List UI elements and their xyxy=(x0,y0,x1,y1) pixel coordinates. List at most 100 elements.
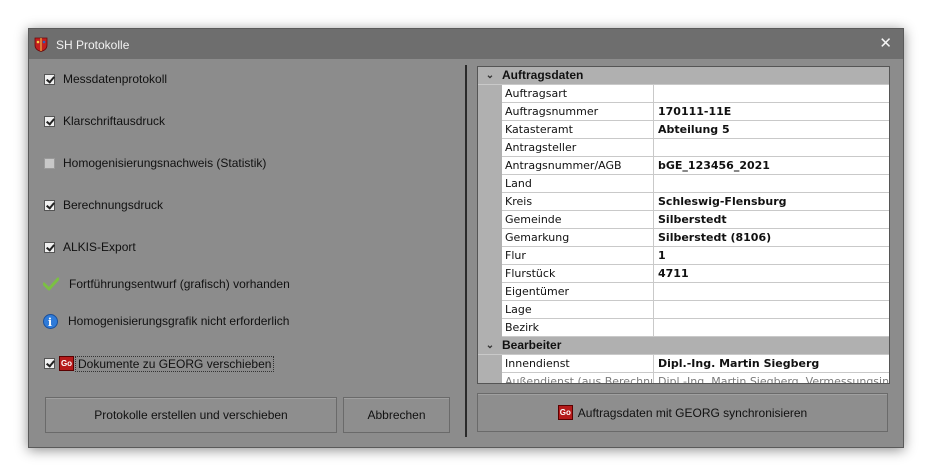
category-auftragsdaten[interactable]: ⌄ Auftragsdaten xyxy=(478,67,889,85)
property-value[interactable]: 1 xyxy=(654,247,889,264)
status-fortfuehrungsentwurf: Fortführungsentwurf (grafisch) vorhanden xyxy=(43,276,290,292)
chevron-down-icon[interactable]: ⌄ xyxy=(478,337,502,354)
close-icon[interactable]: ✕ xyxy=(879,35,892,52)
checkmark-icon xyxy=(43,276,59,292)
row-gutter xyxy=(478,85,502,103)
property-row[interactable]: Außendienst (aus Berechnungen)Dipl.-Ing.… xyxy=(478,373,889,384)
property-row[interactable]: Gemeinde Silberstedt xyxy=(478,211,889,229)
property-row[interactable]: Katasteramt Abteilung 5 xyxy=(478,121,889,139)
sync-georg-button[interactable]: Go Auftragsdaten mit GEORG synchronisier… xyxy=(477,393,888,432)
property-row[interactable]: Auftragsnummer 170111-11E xyxy=(478,103,889,121)
property-value[interactable] xyxy=(654,139,889,156)
checkbox[interactable] xyxy=(44,115,55,127)
property-value[interactable] xyxy=(654,301,889,318)
property-value[interactable] xyxy=(654,85,889,102)
row-gutter xyxy=(478,301,502,319)
row-gutter xyxy=(478,103,502,121)
row-gutter xyxy=(478,211,502,229)
property-key: Innendienst xyxy=(478,355,654,372)
checkbox-label: Messdatenprotokoll xyxy=(63,72,168,86)
row-gutter xyxy=(478,319,502,337)
property-key-text: Gemarkung xyxy=(505,231,570,244)
checkbox[interactable] xyxy=(44,358,55,369)
property-row[interactable]: Innendienst Dipl.-Ing. Martin Siegberg xyxy=(478,355,889,373)
property-row[interactable]: Bezirk xyxy=(478,319,889,337)
property-row[interactable]: Antragsteller xyxy=(478,139,889,157)
checkbox[interactable] xyxy=(44,199,55,211)
property-key: Antragsnummer/AGB xyxy=(478,157,654,174)
property-key-text: Gemeinde xyxy=(505,213,562,226)
property-key: Gemeinde xyxy=(478,211,654,228)
property-key: Flurstück xyxy=(478,265,654,282)
property-key-text: Bezirk xyxy=(505,321,540,334)
property-key-text: Auftragsart xyxy=(505,87,568,100)
title-bar[interactable]: SH Protokolle ✕ xyxy=(29,29,903,59)
checkbox[interactable] xyxy=(44,157,55,169)
property-value[interactable]: 4711 xyxy=(654,265,889,282)
property-value[interactable] xyxy=(654,319,889,336)
checkbox-klarschriftausdruck[interactable]: Klarschriftausdruck xyxy=(44,114,165,128)
property-key-text: Land xyxy=(505,177,532,190)
checkbox-homogenisierungsnachweis[interactable]: Homogenisierungsnachweis (Statistik) xyxy=(44,156,266,170)
checkbox-dokumente-zu-georg[interactable]: Go Dokumente zu GEORG verschieben xyxy=(44,355,275,372)
checkbox-messdatenprotokoll[interactable]: Messdatenprotokoll xyxy=(44,72,167,86)
category-label: Auftragsdaten xyxy=(502,68,584,82)
create-and-move-button[interactable]: Protokolle erstellen und verschieben xyxy=(45,397,337,433)
options-panel: Messdatenprotokoll Klarschriftausdruck H… xyxy=(29,59,465,447)
row-gutter xyxy=(478,373,502,383)
row-gutter xyxy=(478,139,502,157)
category-bearbeiter[interactable]: ⌄ Bearbeiter xyxy=(478,337,889,355)
checkbox-label: Dokumente zu GEORG verschieben xyxy=(74,355,275,372)
status-text: Homogenisierungsgrafik nicht erforderlic… xyxy=(68,314,290,328)
property-row[interactable]: Flur 1 xyxy=(478,247,889,265)
window-title: SH Protokolle xyxy=(56,38,130,52)
property-row[interactable]: Gemarkung Silberstedt (8106) xyxy=(478,229,889,247)
property-value[interactable]: bGE_123456_2021 xyxy=(654,157,889,174)
property-value[interactable]: Schleswig-Flensburg xyxy=(654,193,889,210)
info-icon: i xyxy=(42,313,58,329)
property-value[interactable]: Abteilung 5 xyxy=(654,121,889,138)
property-key: Außendienst (aus Berechnungen) xyxy=(478,373,654,384)
status-text: Fortführungsentwurf (grafisch) vorhanden xyxy=(69,277,290,291)
checkbox-alkis-export[interactable]: ALKIS-Export xyxy=(44,240,136,254)
checkbox[interactable] xyxy=(44,241,55,253)
property-key: Gemarkung xyxy=(478,229,654,246)
property-value[interactable]: Silberstedt xyxy=(654,211,889,228)
dialog-window: SH Protokolle ✕ Messdatenprotokoll Klars… xyxy=(28,28,904,448)
row-gutter xyxy=(478,121,502,139)
checkbox[interactable] xyxy=(44,73,55,85)
property-row[interactable]: Kreis Schleswig-Flensburg xyxy=(478,193,889,211)
property-value[interactable]: Silberstedt (8106) xyxy=(654,229,889,246)
property-row[interactable]: Lage xyxy=(478,301,889,319)
chevron-down-icon[interactable]: ⌄ xyxy=(478,67,502,84)
row-gutter xyxy=(478,157,502,175)
property-key-text: Flurstück xyxy=(505,267,556,280)
property-key-text: Katasteramt xyxy=(505,123,573,136)
property-row[interactable]: Flurstück 4711 xyxy=(478,265,889,283)
property-value[interactable] xyxy=(654,175,889,192)
row-gutter xyxy=(478,283,502,301)
property-value[interactable]: 170111-11E xyxy=(654,103,889,120)
property-value[interactable]: Dipl.-Ing. Martin Siegberg xyxy=(654,355,889,372)
property-key: Auftragsnummer xyxy=(478,103,654,120)
property-row[interactable]: Land xyxy=(478,175,889,193)
property-value[interactable]: Dipl.-Ing. Martin Siegberg, Vermessungsi… xyxy=(654,373,889,383)
property-key-text: Außendienst (aus Berechnungen) xyxy=(505,375,653,384)
checkbox-berechnungsdruck[interactable]: Berechnungsdruck xyxy=(44,198,163,212)
property-row[interactable]: Eigentümer xyxy=(478,283,889,301)
checkbox-label: Homogenisierungsnachweis (Statistik) xyxy=(63,156,267,170)
property-value[interactable] xyxy=(654,283,889,300)
coat-of-arms-icon xyxy=(34,37,48,52)
property-key: Lage xyxy=(478,301,654,318)
property-key-text: Antragsnummer/AGB xyxy=(505,159,622,172)
property-grid[interactable]: ⌄ Auftragsdaten Auftragsart Auftragsnumme… xyxy=(477,66,890,384)
cancel-button[interactable]: Abbrechen xyxy=(343,397,450,433)
row-gutter xyxy=(478,193,502,211)
property-key: Katasteramt xyxy=(478,121,654,138)
property-key-text: Eigentümer xyxy=(505,285,570,298)
category-label: Bearbeiter xyxy=(502,338,562,352)
row-gutter xyxy=(478,229,502,247)
property-row[interactable]: Auftragsart xyxy=(478,85,889,103)
property-key: Auftragsart xyxy=(478,85,654,102)
property-row[interactable]: Antragsnummer/AGB bGE_123456_2021 xyxy=(478,157,889,175)
